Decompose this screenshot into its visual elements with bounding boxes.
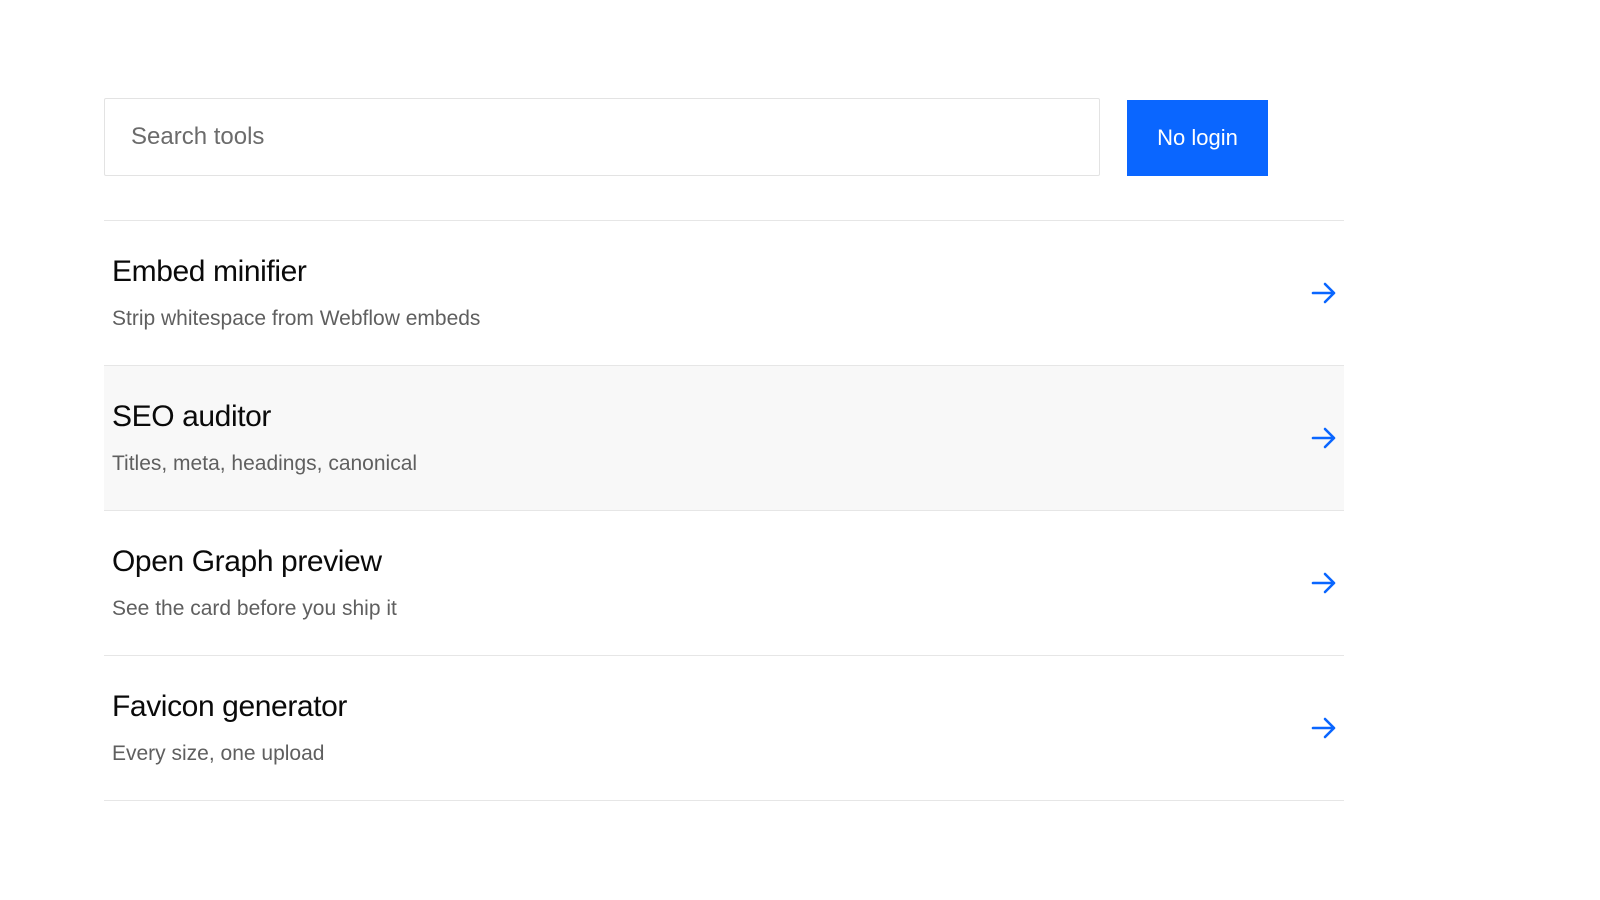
arrow-right-icon[interactable]	[1310, 714, 1338, 742]
tool-title: Favicon generator	[112, 690, 348, 723]
arrow-right-icon[interactable]	[1310, 424, 1338, 452]
tool-description: See the card before you ship it	[112, 597, 397, 620]
tool-row-favicon-generator[interactable]: Favicon generator Every size, one upload	[104, 656, 1344, 801]
tool-row-open-graph-preview[interactable]: Open Graph preview See the card before y…	[104, 511, 1344, 656]
search-row: No login	[104, 98, 1344, 178]
tool-description: Titles, meta, headings, canonical	[112, 452, 418, 475]
tool-row-seo-auditor[interactable]: SEO auditor Titles, meta, headings, cano…	[104, 366, 1344, 511]
arrow-right-icon[interactable]	[1310, 569, 1338, 597]
tool-description: Strip whitespace from Webflow embeds	[112, 307, 481, 330]
tool-description: Every size, one upload	[112, 742, 325, 765]
arrow-right-icon[interactable]	[1310, 279, 1338, 307]
search-input[interactable]	[105, 99, 1099, 175]
tool-title: SEO auditor	[112, 400, 272, 433]
no-login-button[interactable]: No login	[1127, 100, 1268, 176]
tool-title: Open Graph preview	[112, 545, 382, 578]
tool-list: Embed minifier Strip whitespace from Web…	[104, 220, 1344, 801]
tool-row-embed-minifier[interactable]: Embed minifier Strip whitespace from Web…	[104, 221, 1344, 366]
page: No login Embed minifier Strip whitespace…	[0, 0, 1600, 900]
search-box[interactable]	[104, 98, 1100, 176]
tool-title: Embed minifier	[112, 255, 307, 288]
